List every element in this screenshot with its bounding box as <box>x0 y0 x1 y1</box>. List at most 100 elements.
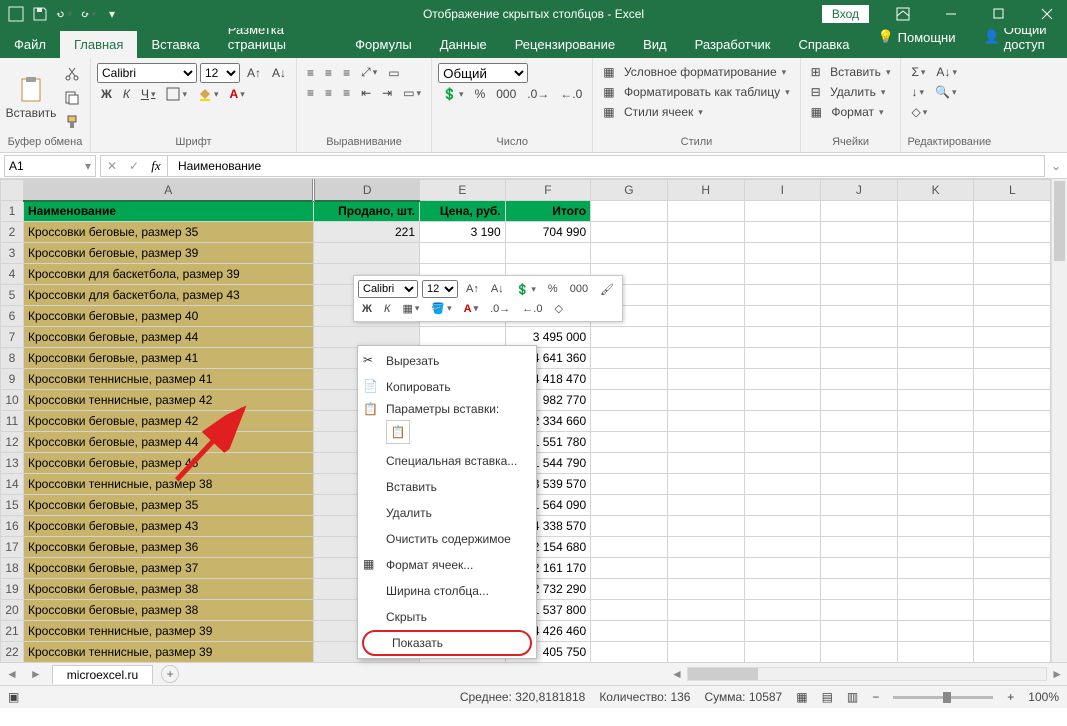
horizontal-scrollbar[interactable]: ◄ ► <box>667 667 1067 681</box>
cell[interactable] <box>974 327 1051 348</box>
cell[interactable] <box>897 600 974 621</box>
scrollbar-thumb[interactable] <box>688 668 758 680</box>
row-header[interactable]: 15 <box>1 495 24 516</box>
mini-bold[interactable]: Ж <box>358 301 376 317</box>
cell[interactable] <box>897 369 974 390</box>
cell[interactable]: 221 <box>314 222 420 243</box>
ctx-format-cells[interactable]: ▦Формат ячеек... <box>358 552 536 578</box>
row-header[interactable]: 20 <box>1 600 24 621</box>
ctx-insert[interactable]: Вставить <box>358 474 536 500</box>
scroll-right-button[interactable]: ► <box>1047 667 1067 681</box>
cell[interactable] <box>744 264 821 285</box>
tab-insert[interactable]: Вставка <box>137 31 213 58</box>
cell[interactable] <box>591 432 668 453</box>
conditional-formatting-button[interactable]: ▦ Условное форматирование <box>599 63 790 81</box>
col-header-i[interactable]: I <box>744 180 821 201</box>
undo-icon[interactable] <box>56 6 72 22</box>
select-all-corner[interactable] <box>1 180 24 201</box>
mini-font-color[interactable]: A <box>460 301 482 317</box>
cell[interactable] <box>667 201 744 222</box>
cell[interactable]: Кроссовки беговые, размер 43 <box>23 516 313 537</box>
cell[interactable] <box>505 243 590 264</box>
borders-button[interactable] <box>162 85 191 103</box>
ctx-cut[interactable]: ✂Вырезать <box>358 348 536 374</box>
cell[interactable]: Кроссовки беговые, размер 41 <box>23 348 313 369</box>
redo-icon[interactable] <box>80 6 96 22</box>
cell[interactable]: Кроссовки беговые, размер 38 <box>23 600 313 621</box>
cell[interactable]: Продано, шт. <box>314 201 420 222</box>
cell[interactable] <box>897 516 974 537</box>
col-header-l[interactable]: L <box>974 180 1051 201</box>
save-icon[interactable] <box>32 6 48 22</box>
expand-formula-bar-button[interactable]: ⌄ <box>1045 159 1067 173</box>
tab-help[interactable]: Справка <box>784 31 863 58</box>
format-painter-button[interactable] <box>60 112 84 132</box>
cell[interactable] <box>821 600 898 621</box>
cell[interactable]: Цена, руб. <box>420 201 506 222</box>
cell[interactable] <box>821 579 898 600</box>
cell[interactable]: Кроссовки беговые, размер 38 <box>23 579 313 600</box>
cell[interactable] <box>974 285 1051 306</box>
cell[interactable] <box>744 642 821 663</box>
italic-button[interactable]: К <box>119 85 134 103</box>
scroll-left-button[interactable]: ◄ <box>667 667 687 681</box>
col-header-g[interactable]: G <box>591 180 668 201</box>
cell[interactable] <box>897 474 974 495</box>
cell[interactable] <box>591 390 668 411</box>
cell[interactable] <box>591 327 668 348</box>
maximize-icon[interactable] <box>979 0 1019 28</box>
cell[interactable] <box>821 516 898 537</box>
cell[interactable] <box>591 348 668 369</box>
zoom-in-button[interactable]: + <box>1007 690 1014 704</box>
cell[interactable] <box>744 558 821 579</box>
cell-styles-button[interactable]: ▦ Стили ячеек <box>599 103 706 121</box>
mini-font-name[interactable]: Calibri <box>358 280 418 298</box>
cell[interactable]: Кроссовки беговые, размер 40 <box>23 306 313 327</box>
cell[interactable] <box>667 516 744 537</box>
cell[interactable] <box>821 495 898 516</box>
cell[interactable] <box>667 348 744 369</box>
row-header[interactable]: 14 <box>1 474 24 495</box>
row-header[interactable]: 9 <box>1 369 24 390</box>
cell[interactable] <box>744 411 821 432</box>
cell[interactable] <box>744 453 821 474</box>
cell[interactable] <box>667 537 744 558</box>
cell[interactable] <box>974 579 1051 600</box>
format-cells-button[interactable]: ▦ Формат <box>807 103 888 121</box>
cell[interactable] <box>744 327 821 348</box>
col-header-j[interactable]: J <box>821 180 898 201</box>
mini-thousands[interactable]: 000 <box>566 281 592 297</box>
cell[interactable] <box>591 558 668 579</box>
cell[interactable] <box>744 243 821 264</box>
cell[interactable] <box>667 411 744 432</box>
cell[interactable] <box>667 600 744 621</box>
cell[interactable] <box>974 600 1051 621</box>
cell[interactable] <box>591 474 668 495</box>
percent-format-button[interactable]: % <box>471 85 490 103</box>
cell[interactable] <box>897 264 974 285</box>
cell[interactable] <box>667 264 744 285</box>
cell[interactable] <box>897 432 974 453</box>
view-page-layout-button[interactable]: ▤ <box>822 690 833 704</box>
mini-accounting[interactable]: 💲 <box>512 281 540 298</box>
mini-decrease-font[interactable]: A↓ <box>487 281 508 297</box>
cell[interactable] <box>744 474 821 495</box>
zoom-level[interactable]: 100% <box>1028 690 1059 704</box>
cell[interactable]: Кроссовки беговые, размер 35 <box>23 495 313 516</box>
ctx-delete[interactable]: Удалить <box>358 500 536 526</box>
cell[interactable] <box>974 348 1051 369</box>
cell[interactable] <box>897 621 974 642</box>
ctx-column-width[interactable]: Ширина столбца... <box>358 578 536 604</box>
col-header-h[interactable]: H <box>667 180 744 201</box>
underline-button[interactable]: Ч <box>137 85 160 103</box>
zoom-slider[interactable] <box>893 696 993 699</box>
cell[interactable] <box>667 495 744 516</box>
cell[interactable] <box>821 306 898 327</box>
cell[interactable] <box>744 348 821 369</box>
cell[interactable] <box>821 264 898 285</box>
row-header[interactable]: 6 <box>1 306 24 327</box>
cell[interactable] <box>821 327 898 348</box>
cell[interactable] <box>974 516 1051 537</box>
align-left-button[interactable]: ≡ <box>303 84 318 102</box>
cell[interactable] <box>591 579 668 600</box>
